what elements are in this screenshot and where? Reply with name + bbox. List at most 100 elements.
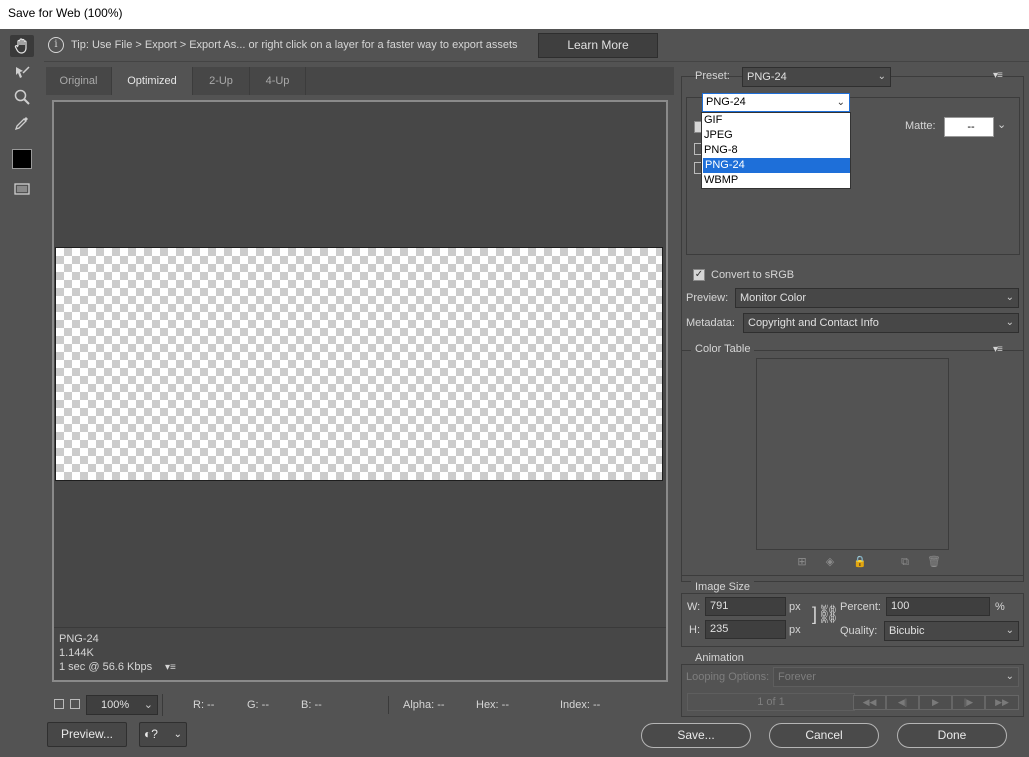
toggle-original-icon[interactable] [54,699,64,709]
map-transparency-icon[interactable]: ⊞ [796,556,808,568]
chevron-down-icon: ⌄ [173,729,182,740]
next-frame-icon[interactable]: |▶ [952,695,985,710]
preview-format: PNG-24 [59,633,99,645]
save-button[interactable]: Save... [641,723,751,748]
percent-label: Percent: [840,601,881,613]
percent-unit: % [995,601,1005,613]
format-option-gif[interactable]: GIF [702,113,850,128]
width-label: W: [687,601,701,613]
preview-file-size: 1.144K [59,647,94,659]
chevron-down-icon: ⌄ [1005,625,1014,636]
chevron-down-icon: ⌄ [143,699,153,711]
format-option-png-8[interactable]: PNG-8 [702,143,850,158]
slices-visibility-icon[interactable] [10,178,34,200]
matte-value: -- [967,121,975,133]
info-icon: i [48,37,64,53]
width-unit: px [789,601,801,613]
lock-color-icon[interactable]: 🔒 [853,556,867,568]
format-option-jpeg[interactable]: JPEG [702,128,850,143]
hex-value: Hex: -- [476,699,509,711]
tab-4-up[interactable]: 4-Up [250,67,306,95]
optimize-menu-icon[interactable]: ▾≡ [993,70,1003,81]
web-shift-icon[interactable]: ◈ [824,556,836,568]
height-label: H: [689,624,700,636]
last-frame-icon[interactable]: ▶▶ [985,695,1019,710]
chevron-down-icon: ⌄ [1005,671,1014,682]
status-divider [388,696,389,714]
tip-bar: i Tip: Use File > Export > Export As... … [44,29,1029,62]
animation-title: Animation [691,652,748,664]
previous-frame-icon[interactable]: ◀| [886,695,919,710]
quality-label: Quality: [840,625,878,637]
hand-icon[interactable] [10,35,34,57]
tab-original[interactable]: Original [46,67,112,95]
alpha-value: Alpha: -- [403,699,445,711]
format-option-png-24[interactable]: PNG-24 [703,158,850,173]
preview-button[interactable]: Preview... [47,722,127,747]
trash-icon[interactable]: 🗑 [927,556,941,568]
view-tabs: Original Optimized 2-Up 4-Up [46,67,674,95]
chevron-down-icon: ⌄ [1005,292,1014,303]
window-title: Save for Web (100%) [0,0,1029,29]
percent-input[interactable]: 100 [886,597,990,616]
preset-select[interactable]: PNG-24 ⌄ [742,67,891,87]
convert-srgb-label: Convert to sRGB [711,269,795,281]
slice-select-icon[interactable] [10,61,34,83]
image-preview-transparent[interactable] [55,247,663,481]
magnifier-icon[interactable] [10,86,34,108]
first-frame-icon[interactable]: ◀◀ [853,695,886,710]
metadata-value: Copyright and Contact Info [748,317,879,329]
toggle-optimized-icon[interactable] [70,699,80,709]
preview-label: Preview: [686,292,729,304]
zoom-level-select[interactable]: 100% ⌄ [86,695,158,715]
looping-options-label: Looping Options: [686,671,770,683]
format-dropdown-list: GIF JPEG PNG-8 PNG-24 WBMP [701,112,851,189]
blue-value: B: -- [301,699,322,711]
height-input[interactable]: 235 [705,620,786,639]
eyedropper-icon[interactable] [10,112,34,134]
pixel-info: R: -- G: -- B: -- Alpha: -- Hex: -- Inde… [162,694,674,716]
index-value: Index: -- [560,699,601,711]
chevron-down-icon: ⌄ [877,71,886,82]
matte-select[interactable]: -- [944,117,994,137]
color-table-title: Color Table [691,343,755,355]
preview-color-select[interactable]: Monitor Color ⌄ [735,288,1019,308]
red-value: R: -- [193,699,215,711]
metadata-select[interactable]: Copyright and Contact Info ⌄ [743,313,1019,333]
tab-optimized[interactable]: Optimized [112,67,193,95]
tip-text: Tip: Use File > Export > Export As... or… [71,39,518,51]
play-icon[interactable]: ▶ [919,695,952,710]
done-button[interactable]: Done [897,723,1007,748]
convert-srgb-checkbox[interactable]: ✓ [693,269,705,281]
tab-2-up[interactable]: 2-Up [193,67,250,95]
zoom-level-value: 100% [101,699,130,711]
preview-info-divider [54,627,666,628]
chevron-down-icon: ⌄ [1005,317,1014,328]
frame-counter: 1 of 1 [687,693,855,711]
green-value: G: -- [247,699,269,711]
quality-select[interactable]: Bicubic ⌄ [884,621,1019,641]
browser-select-button[interactable]: ◐? ⌄ [139,722,187,747]
new-color-icon[interactable]: ⧉ [899,556,911,568]
quality-value: Bicubic [889,625,925,637]
preset-label: Preset: [695,70,730,82]
format-value: PNG-24 [706,96,746,108]
format-option-wbmp[interactable]: WBMP [702,173,850,188]
status-row: 100% ⌄ R: -- G: -- B: -- Alpha: -- Hex: … [46,693,674,717]
eyedropper-color-swatch[interactable] [10,148,34,170]
looping-options-value: Forever [778,671,816,683]
color-table-swatches[interactable] [756,358,949,550]
chevron-down-icon[interactable]: ⌄ [997,118,1006,131]
learn-more-button[interactable]: Learn More [538,33,658,58]
chevron-down-icon: ⌄ [836,97,845,108]
format-select[interactable]: PNG-24 ⌄ [702,93,850,112]
width-input[interactable]: 791 [705,597,786,616]
cancel-button[interactable]: Cancel [769,723,879,748]
download-speed-menu-icon[interactable]: ▾≡ [165,662,176,673]
color-table-menu-icon[interactable]: ▾≡ [993,344,1003,355]
matte-label: Matte: [905,120,936,132]
looping-options-select[interactable]: Forever ⌄ [773,667,1019,687]
tool-column [0,29,44,757]
browser-icon: ◐? [144,727,158,741]
link-proportions-icon[interactable]: ]⛓ [812,604,840,624]
